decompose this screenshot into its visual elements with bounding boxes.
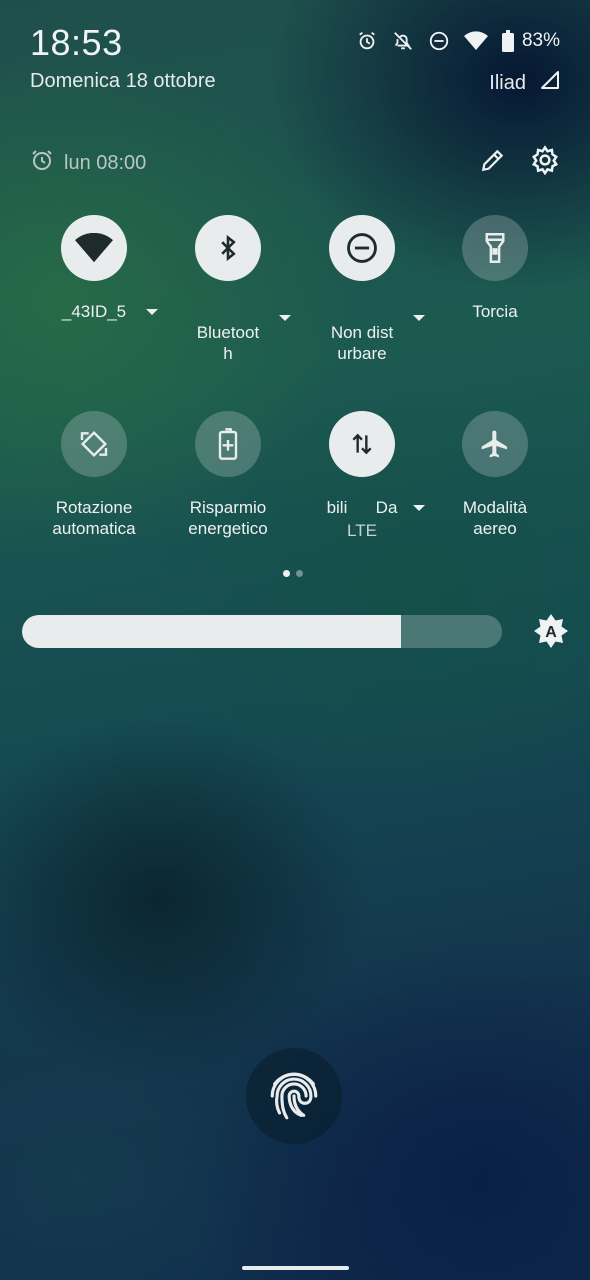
tile-battery-saver-toggle[interactable]: [195, 411, 261, 477]
brightness-slider[interactable]: [22, 615, 502, 648]
fingerprint-icon: [270, 1072, 318, 1120]
chevron-down-icon[interactable]: [413, 315, 425, 321]
tile-rotate-label: Rotazione automatica: [52, 498, 136, 538]
gear-icon: [531, 145, 559, 175]
status-date[interactable]: Domenica 18 ottobre: [30, 70, 216, 93]
tile-bluetooth-label: Bluetoot h: [161, 301, 295, 385]
tile-airplane-label: Modalità aereo: [462, 498, 528, 538]
tile-battery-saver-label: Risparmio energetico: [188, 498, 268, 538]
signal-icon: [540, 70, 560, 96]
tile-mobile-data-toggle[interactable]: [329, 411, 395, 477]
tile-mobile-data-sublabel: LTE: [347, 521, 377, 540]
chevron-down-icon[interactable]: [279, 315, 291, 321]
alarm-icon: [30, 148, 54, 178]
tile-wifi[interactable]: _43ID_5: [27, 215, 161, 322]
do-not-disturb-icon: [347, 233, 377, 263]
battery-saver-icon: [218, 428, 238, 460]
auto-rotate-icon: [80, 430, 108, 458]
status-time: 18:53: [30, 22, 123, 63]
chevron-down-icon[interactable]: [146, 309, 158, 315]
auto-brightness-button[interactable]: A: [532, 612, 570, 650]
tile-flashlight-toggle[interactable]: [462, 215, 528, 281]
page-indicator: [283, 570, 303, 577]
fingerprint-sensor[interactable]: [246, 1048, 342, 1144]
page-dot: [296, 570, 303, 577]
tile-bluetooth[interactable]: Bluetoot h: [161, 215, 295, 385]
tile-mobile-data-text: bili Da: [326, 498, 398, 517]
pencil-icon: [481, 149, 504, 172]
bluetooth-icon: [221, 234, 236, 262]
tile-dnd-toggle[interactable]: [329, 215, 395, 281]
do-not-disturb-icon: [428, 30, 450, 52]
edit-button[interactable]: [478, 145, 508, 175]
notifications-off-icon: [392, 30, 414, 52]
mobile-data-icon: [352, 433, 372, 455]
tile-bluetooth-text: Bluetoot h: [196, 323, 260, 363]
tile-rotate-toggle[interactable]: [61, 411, 127, 477]
page-dot-active: [283, 570, 290, 577]
carrier-name: Iliad: [489, 71, 526, 94]
next-alarm[interactable]: lun 08:00: [30, 148, 146, 178]
battery-icon: [501, 30, 514, 52]
tile-wifi-label: _43ID_5: [27, 301, 161, 322]
tile-auto-rotate[interactable]: Rotazione automatica: [27, 411, 161, 539]
tile-bluetooth-toggle[interactable]: [195, 215, 261, 281]
tile-mobile-data-label: bili Da LTE: [295, 497, 429, 541]
airplane-icon: [481, 430, 507, 458]
brightness-fill: [22, 615, 402, 648]
tile-mobile-data[interactable]: bili Da LTE: [295, 411, 429, 541]
auto-brightness-letter: A: [545, 624, 557, 641]
battery-percent: 83%: [521, 30, 560, 51]
tile-wifi-toggle[interactable]: [61, 215, 127, 281]
alarm-icon: [356, 30, 378, 52]
chevron-down-icon[interactable]: [413, 505, 425, 511]
tile-do-not-disturb[interactable]: Non dist urbare: [295, 215, 429, 385]
carrier: Iliad: [489, 70, 560, 96]
tile-battery-saver[interactable]: Risparmio energetico: [161, 411, 295, 539]
settings-button[interactable]: [528, 143, 562, 177]
status-icons: 83%: [356, 30, 560, 52]
tile-flashlight[interactable]: Torcia: [428, 215, 562, 322]
tile-airplane-toggle[interactable]: [462, 411, 528, 477]
alarm-time: lun 08:00: [64, 151, 147, 174]
tile-dnd-label: Non dist urbare: [295, 301, 429, 385]
tile-wifi-text: _43ID_5: [61, 302, 127, 321]
wifi-icon: [463, 31, 488, 51]
tile-airplane-mode[interactable]: Modalità aereo: [428, 411, 562, 539]
tile-dnd-text: Non dist urbare: [330, 323, 394, 363]
tile-flashlight-label: Torcia: [472, 302, 518, 321]
home-indicator[interactable]: [242, 1266, 349, 1270]
auto-brightness-icon: A: [534, 614, 568, 648]
wifi-icon: [75, 233, 113, 263]
flashlight-icon: [485, 233, 505, 263]
